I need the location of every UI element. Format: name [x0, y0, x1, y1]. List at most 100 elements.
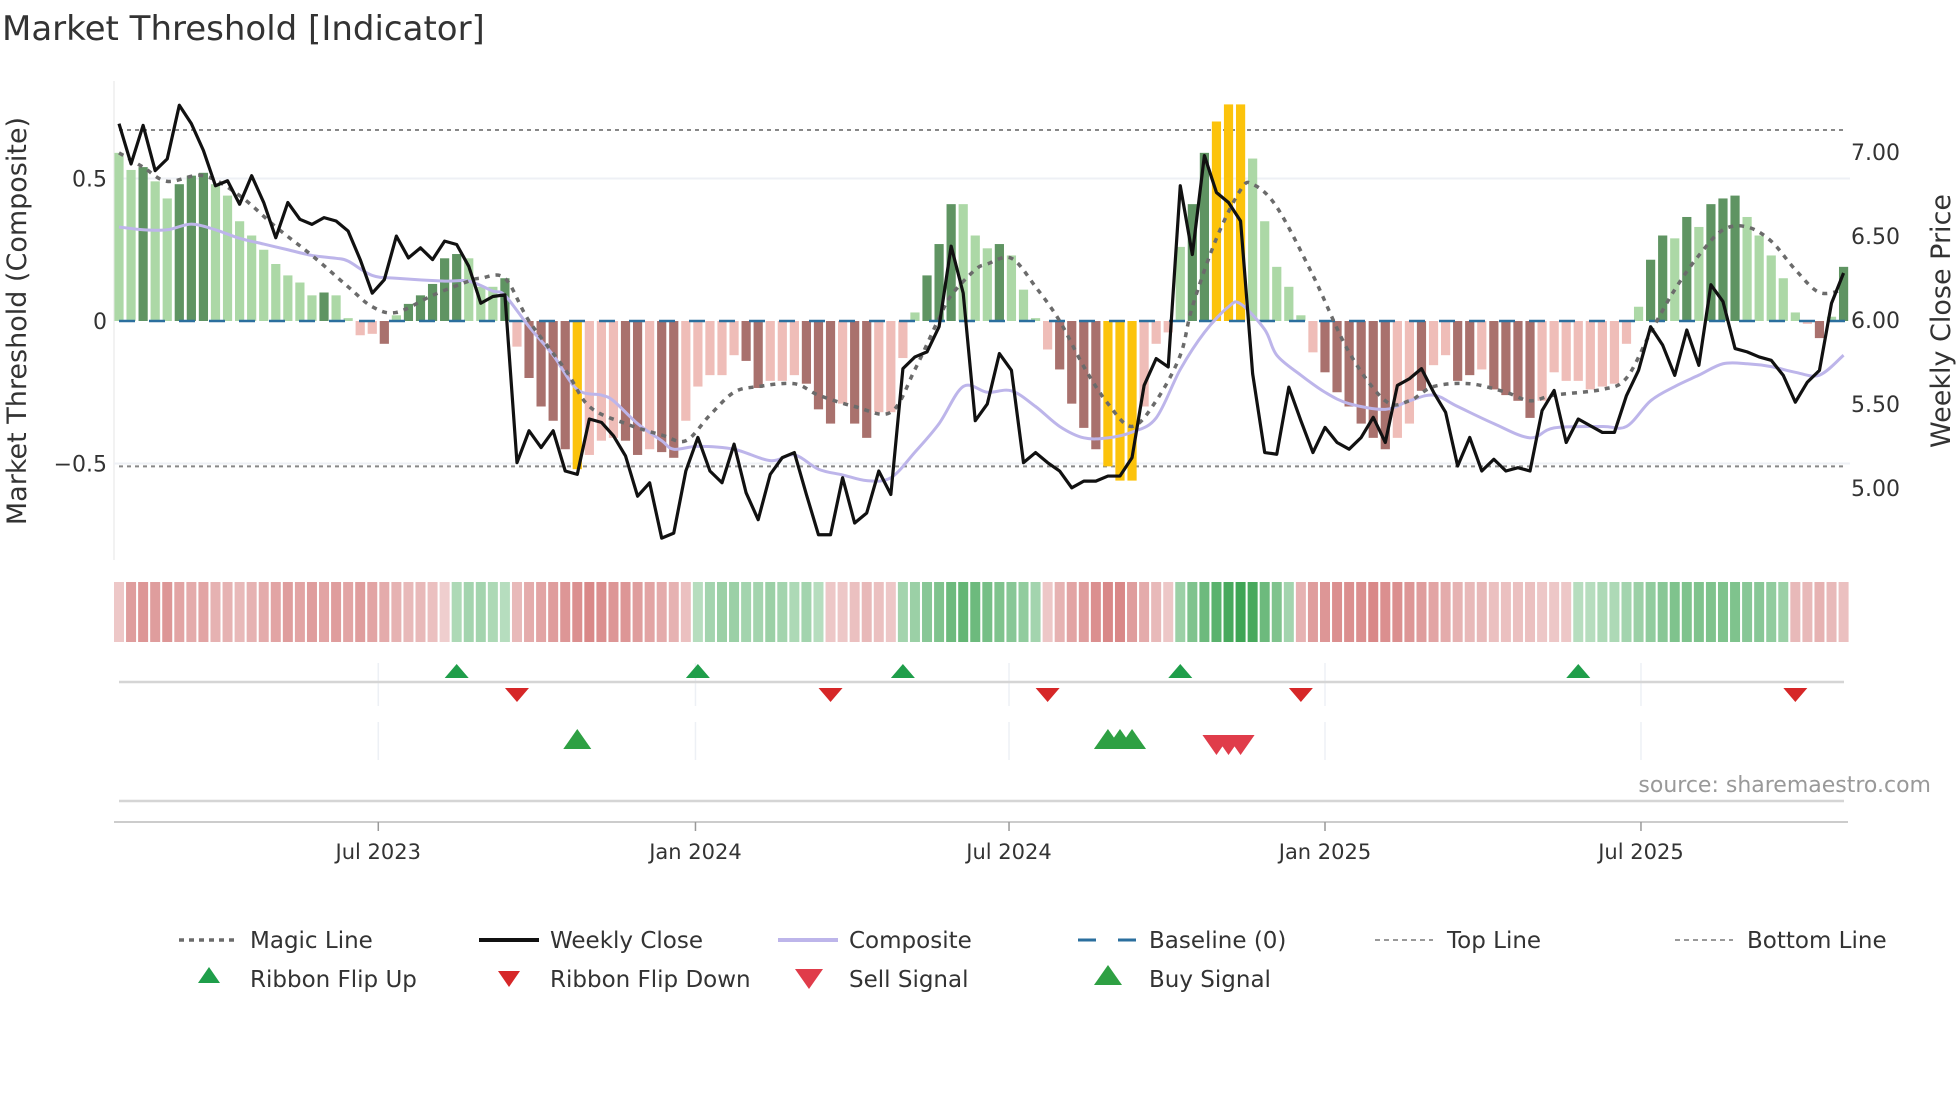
ribbon-cell	[499, 582, 510, 642]
composite-bar	[1790, 312, 1800, 321]
ribbon-cell	[596, 582, 607, 642]
ribbon-cell	[1597, 582, 1608, 642]
composite-bar	[295, 282, 305, 321]
ribbon-cell	[511, 582, 522, 642]
ribbon-cell	[1645, 582, 1656, 642]
composite-bar	[1646, 259, 1656, 321]
ribbon-cell	[717, 582, 727, 642]
ribbon-cell	[1633, 582, 1644, 642]
composite-bar	[1103, 321, 1113, 467]
ribbon-cell	[1476, 582, 1487, 642]
ribbon-cell	[1271, 582, 1282, 642]
ribbon-cell	[885, 582, 896, 642]
composite-bar	[355, 321, 365, 336]
ribbon-cell	[656, 582, 667, 642]
ribbon-flip-down-marker	[504, 688, 529, 702]
composite-line	[118, 222, 1845, 483]
legend-label: Buy Signal	[1149, 967, 1271, 993]
ribbon-cell	[765, 582, 776, 642]
ribbon-cell	[150, 582, 161, 642]
ribbon-cell	[210, 582, 221, 642]
ribbon-cell	[1380, 582, 1391, 642]
y-tick-label: 0.5	[72, 168, 107, 193]
ribbon-cell	[1307, 582, 1318, 642]
composite-bar	[1151, 321, 1161, 344]
composite-bar	[1754, 235, 1764, 321]
legend-label: Bottom Line	[1747, 928, 1887, 954]
ribbon-cell	[367, 582, 378, 642]
composite-bar	[1537, 321, 1547, 401]
ribbon-cell	[704, 582, 715, 642]
composite-bar	[1079, 321, 1089, 428]
composite-bar	[403, 303, 414, 321]
ribbon-cell	[1802, 582, 1813, 642]
ribbon-cell	[1151, 582, 1162, 642]
y2-tick-label: 6.50	[1851, 225, 1900, 250]
legend-label: Composite	[849, 928, 972, 954]
ribbon-cell	[1440, 582, 1451, 642]
ribbon-cell	[753, 582, 764, 642]
ribbon-cell	[1488, 582, 1499, 642]
ribbon-cell	[1512, 582, 1523, 642]
composite-bar	[162, 198, 172, 321]
ribbon-cell	[1320, 582, 1330, 642]
ribbon-cell	[1283, 582, 1294, 642]
composite-bar	[1248, 158, 1258, 321]
ribbon-cell	[1754, 582, 1765, 642]
composite-bar	[1416, 321, 1427, 391]
ribbon-cell	[680, 582, 691, 642]
ribbon-cell	[1681, 582, 1692, 642]
ribbon-cell	[825, 582, 836, 642]
composite-bar	[247, 235, 257, 321]
ribbon-cell	[319, 582, 330, 642]
ribbon-cell	[234, 582, 245, 642]
composite-bar	[1223, 104, 1234, 322]
composite-bar	[1465, 321, 1475, 376]
ribbon-cell	[620, 582, 631, 642]
ribbon-cell	[644, 582, 655, 642]
ribbon-cell	[1030, 582, 1041, 642]
ribbon-cell	[174, 582, 185, 642]
ribbon-cell	[668, 582, 679, 642]
ribbon-cell	[741, 582, 752, 642]
ribbon-cell	[1295, 582, 1306, 642]
ribbon-cell	[1790, 582, 1801, 642]
composite-bar	[198, 172, 209, 321]
composite-bar	[669, 321, 679, 458]
composite-bar	[1477, 321, 1487, 370]
composite-bar	[1067, 321, 1077, 404]
ribbon-cell	[801, 582, 812, 642]
ribbon-cell	[331, 582, 342, 642]
composite-bar	[1006, 255, 1017, 321]
composite-bar	[922, 275, 932, 321]
ribbon-cell	[1259, 582, 1270, 642]
composite-bar	[657, 321, 667, 453]
composite-bar	[717, 321, 727, 376]
ribbon-cell	[270, 582, 281, 642]
composite-bar	[910, 312, 920, 321]
ribbon-cell	[138, 582, 149, 642]
ribbon-flip-down-marker	[1288, 688, 1313, 702]
composite-bar	[1428, 321, 1439, 366]
composite-bar	[331, 295, 341, 321]
ribbon-cell	[813, 582, 824, 642]
composite-bar	[1235, 104, 1246, 322]
ribbon-cell	[391, 582, 402, 642]
ribbon-cell	[572, 582, 583, 642]
ribbon-cell	[475, 582, 486, 642]
ribbon-cell	[1090, 582, 1101, 642]
ribbon-cell	[198, 582, 209, 642]
composite-bar	[777, 321, 787, 381]
composite-bar	[379, 321, 389, 344]
composite-bar	[126, 169, 136, 321]
composite-bar	[789, 321, 799, 376]
composite-bar	[1742, 216, 1752, 321]
ribbon-cell	[632, 582, 643, 642]
ribbon-cell	[1838, 582, 1849, 642]
composite-bar	[1670, 238, 1680, 321]
ribbon-cell	[1356, 582, 1367, 642]
ribbon-cell	[1657, 582, 1668, 642]
ribbon-cell	[692, 582, 703, 642]
ribbon-cell	[934, 582, 945, 642]
market-threshold-chart: Market Threshold [Indicator] Market Thre…	[2, 9, 1957, 993]
